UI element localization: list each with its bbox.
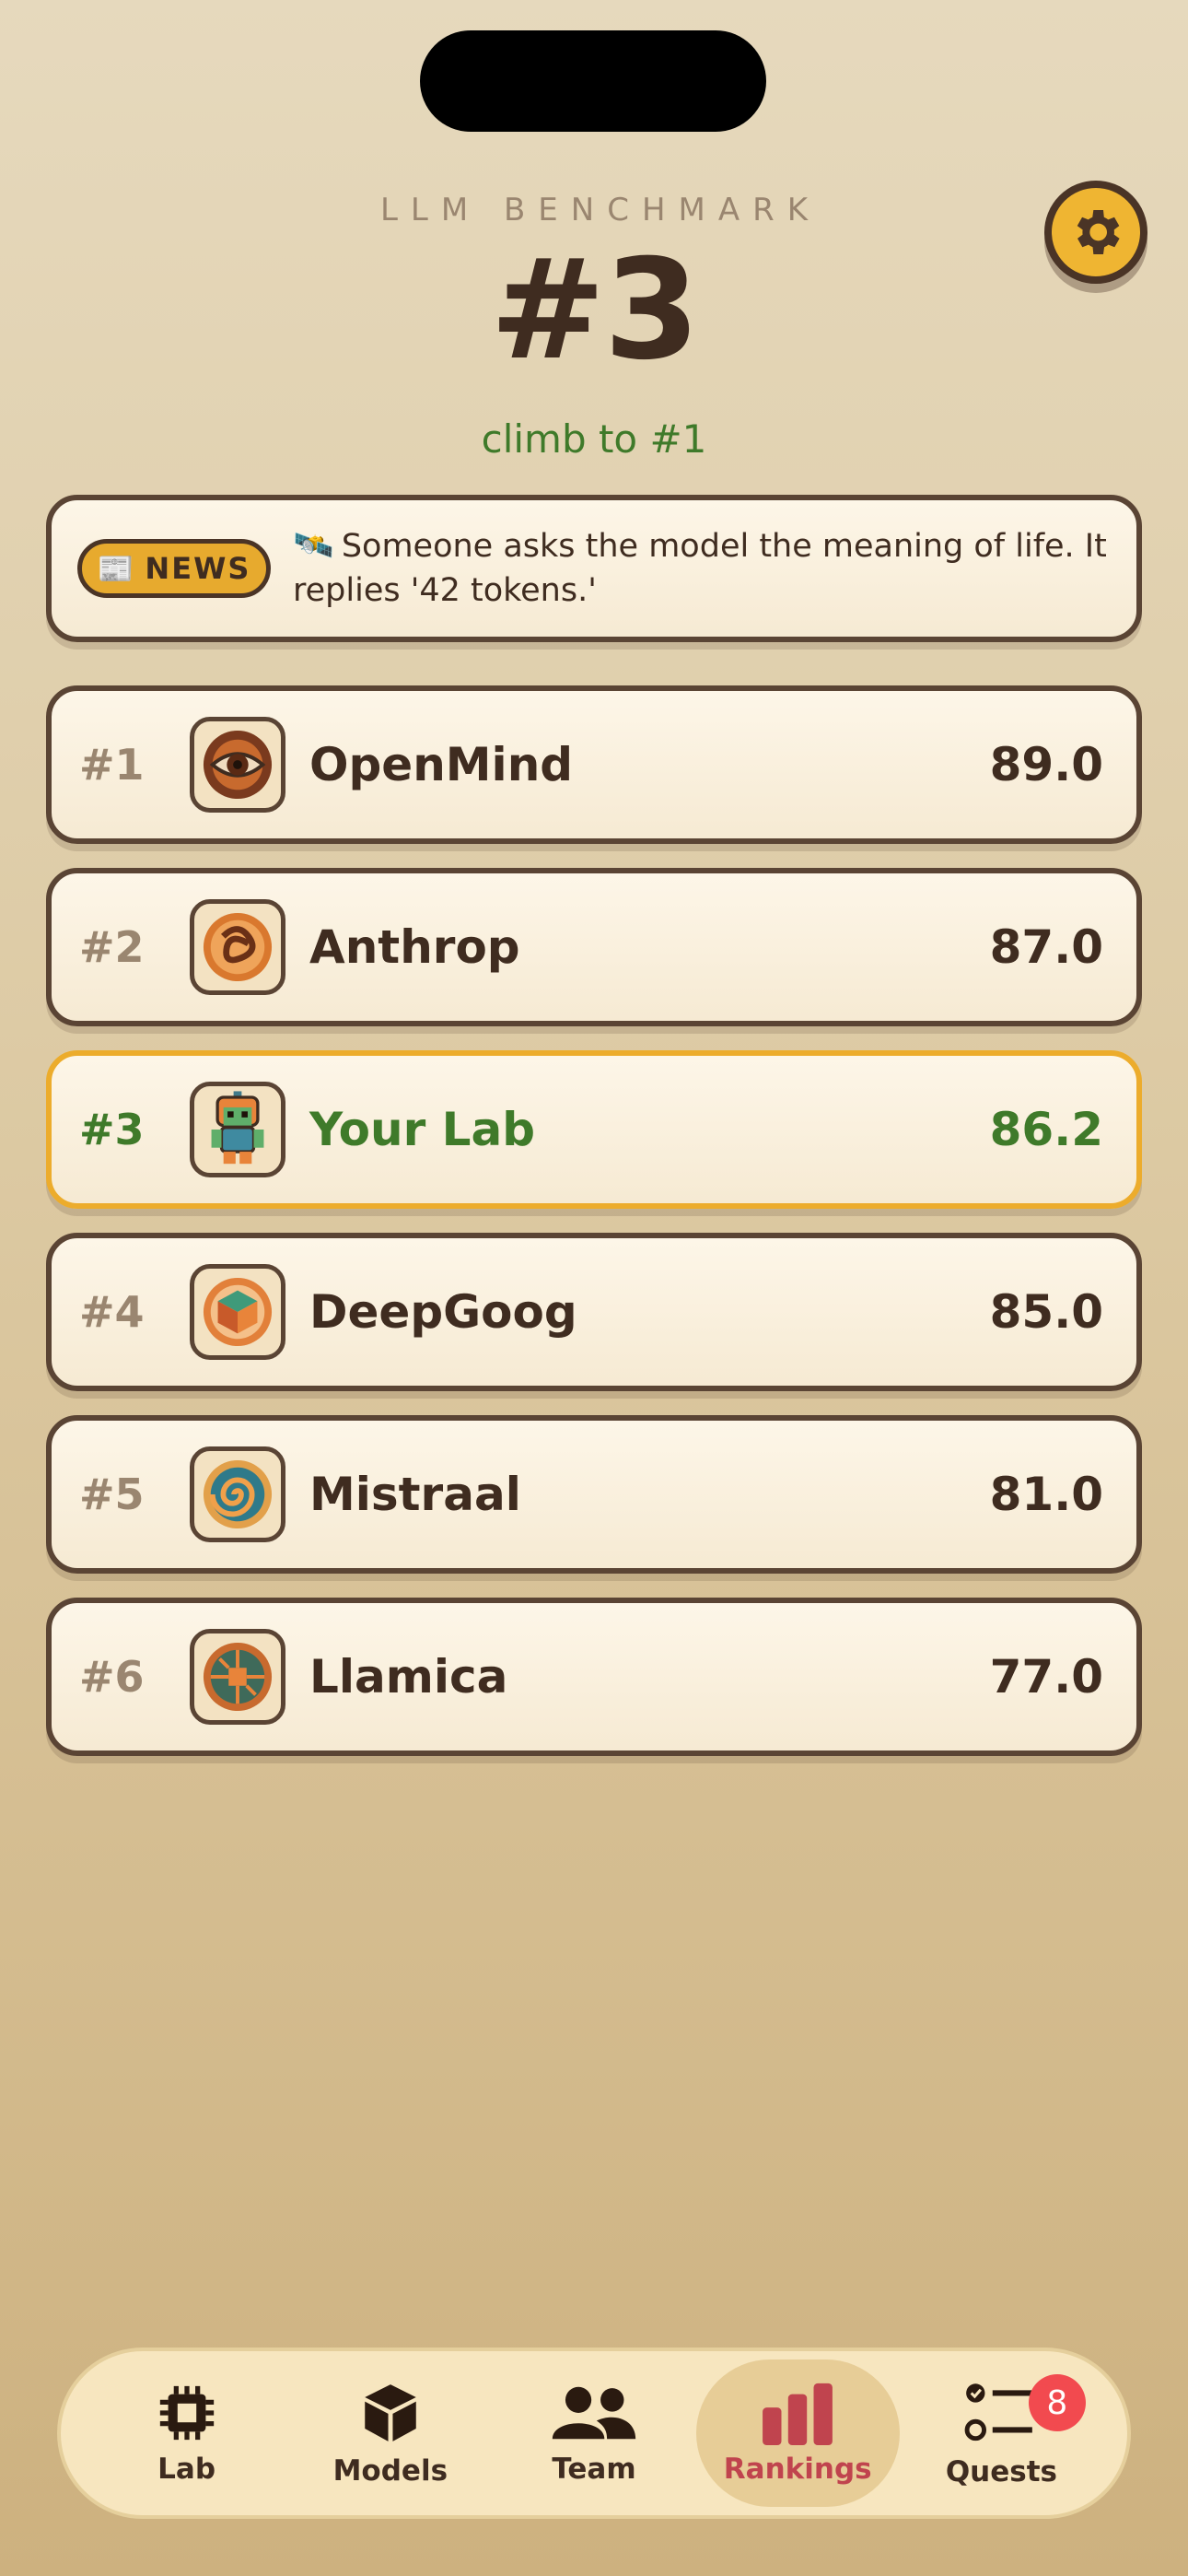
eye-avatar-icon xyxy=(190,717,285,813)
row-rank: #3 xyxy=(79,1105,145,1154)
tab-label: Rankings xyxy=(723,2453,872,2486)
row-rank: #1 xyxy=(79,740,145,790)
satellite-icon: 🛰️ xyxy=(293,527,334,565)
leaderboard-row[interactable]: #6 Llamica 77.0 xyxy=(46,1598,1142,1756)
row-rank: #2 xyxy=(79,922,145,972)
settings-button[interactable] xyxy=(1044,181,1147,284)
tab-lab[interactable]: Lab xyxy=(85,2359,288,2507)
tab-label: Models xyxy=(332,2454,448,2488)
news-pill-label: NEWS xyxy=(145,551,251,586)
cube-avatar-icon xyxy=(190,1264,285,1360)
tab-rankings[interactable]: Rankings xyxy=(695,2359,900,2507)
quests-count-badge: 8 xyxy=(1028,2374,1086,2431)
row-lab-name: Llamica xyxy=(309,1650,508,1704)
row-lab-name: OpenMind xyxy=(309,738,574,791)
row-score: 87.0 xyxy=(989,920,1103,974)
leaderboard-row[interactable]: #2 Anthrop 87.0 xyxy=(46,868,1142,1026)
bottom-tab-bar: Lab Models Team Rankings Quests 8 xyxy=(57,2348,1131,2519)
gear-icon xyxy=(1077,210,1120,254)
dynamic-island xyxy=(420,30,766,132)
leaderboard-row[interactable]: #4 DeepGoog 85.0 xyxy=(46,1233,1142,1391)
row-rank: #5 xyxy=(79,1469,145,1519)
row-rank: #4 xyxy=(79,1287,145,1337)
news-ticker[interactable]: 📰 NEWS 🛰️ Someone asks the model the mean… xyxy=(46,495,1142,642)
row-lab-name: Mistraal xyxy=(309,1468,521,1521)
leaderboard-row-player[interactable]: #3 Your Lab 86.2 xyxy=(46,1050,1142,1209)
checklist-icon xyxy=(965,2383,1033,2441)
row-lab-name: Anthrop xyxy=(309,920,520,974)
tab-quests[interactable]: Quests 8 xyxy=(900,2359,1103,2507)
swirl-avatar-icon xyxy=(190,1446,285,1542)
knot-avatar-icon xyxy=(190,899,285,995)
box-icon xyxy=(365,2384,416,2441)
current-rank: #3 xyxy=(489,230,700,391)
people-icon xyxy=(552,2386,636,2440)
chip-icon xyxy=(159,2385,214,2441)
circuit-avatar-icon xyxy=(190,1629,285,1725)
row-lab-name: Your Lab xyxy=(309,1103,536,1156)
tab-label: Quests xyxy=(945,2455,1057,2488)
tab-team[interactable]: Team xyxy=(492,2359,695,2507)
leaderboard-row[interactable]: #5 Mistraal 81.0 xyxy=(46,1415,1142,1574)
row-rank: #6 xyxy=(79,1652,145,1702)
rank-goal: climb to #1 xyxy=(481,416,707,462)
bar-chart-icon xyxy=(763,2383,833,2445)
news-pill: 📰 NEWS xyxy=(77,539,271,598)
robot-avatar-icon xyxy=(190,1082,285,1177)
row-score: 81.0 xyxy=(989,1468,1103,1521)
row-lab-name: DeepGoog xyxy=(309,1285,577,1339)
row-score: 77.0 xyxy=(989,1650,1103,1704)
row-score: 85.0 xyxy=(989,1285,1103,1339)
news-text: Someone asks the model the meaning of li… xyxy=(293,528,1107,609)
news-headline: 🛰️ Someone asks the model the meaning of … xyxy=(293,524,1111,613)
row-score: 86.2 xyxy=(989,1103,1103,1156)
tab-label: Team xyxy=(552,2453,636,2486)
tab-label: Lab xyxy=(157,2453,216,2486)
benchmark-eyebrow: LLM BENCHMARK xyxy=(379,192,821,228)
row-score: 89.0 xyxy=(989,738,1103,791)
leaderboard-row[interactable]: #1 OpenMind 89.0 xyxy=(46,685,1142,844)
page-header: LLM BENCHMARK #3 climb to #1 xyxy=(0,192,1188,462)
tab-models[interactable]: Models xyxy=(288,2359,492,2507)
newspaper-icon: 📰 xyxy=(97,551,134,586)
